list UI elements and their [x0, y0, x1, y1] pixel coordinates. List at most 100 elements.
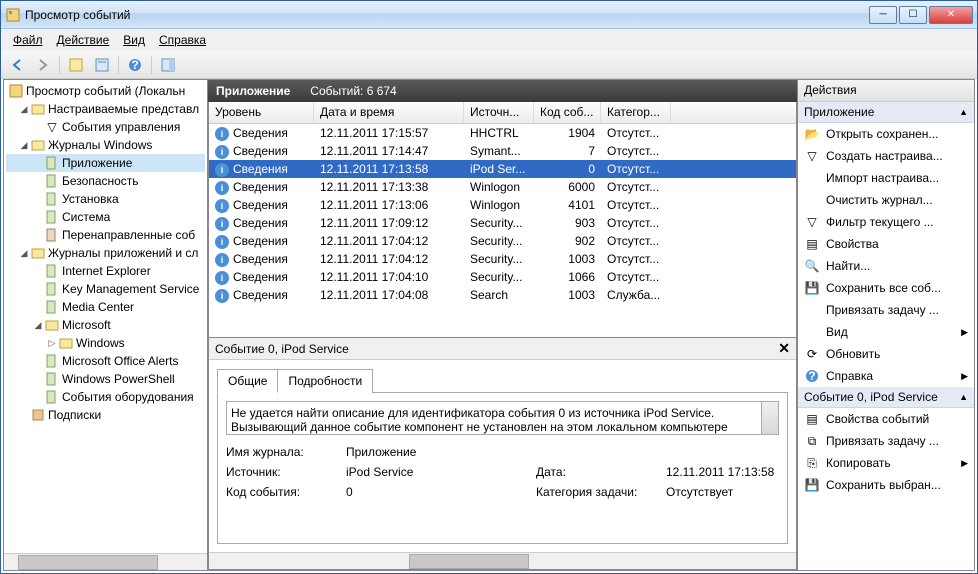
tree-application[interactable]: Приложение — [6, 154, 205, 172]
event-grid[interactable]: Уровень Дата и время Источн... Код соб..… — [208, 102, 797, 338]
detail-close-button[interactable]: ✕ — [778, 340, 790, 357]
tree-label: События управления — [62, 120, 180, 134]
tree-ms[interactable]: ◢ Microsoft — [6, 316, 205, 334]
back-button[interactable] — [5, 54, 29, 76]
tree-forwarded[interactable]: Перенаправленные соб — [6, 226, 205, 244]
tree-mc[interactable]: Media Center — [6, 298, 205, 316]
action-create-custom[interactable]: ▽Создать настраива... — [798, 145, 974, 167]
collapse-icon[interactable]: ◢ — [18, 103, 30, 115]
titlebar[interactable]: Просмотр событий ─ ☐ ✕ — [1, 1, 977, 29]
table-row[interactable]: iСведения12.11.2011 17:14:47Symant...7От… — [209, 142, 796, 160]
table-row[interactable]: iСведения12.11.2011 17:04:12Security...9… — [209, 232, 796, 250]
tree-hw[interactable]: События оборудования — [6, 388, 205, 406]
action-open-saved[interactable]: 📂Открыть сохранен... — [798, 123, 974, 145]
table-row[interactable]: iСведения12.11.2011 17:04:10Security...1… — [209, 268, 796, 286]
tree-subs[interactable]: Подписки — [6, 406, 205, 424]
tree-setup[interactable]: Установка — [6, 190, 205, 208]
detail-hscroll[interactable] — [209, 552, 796, 569]
window-buttons: ─ ☐ ✕ — [869, 6, 973, 24]
tree-root[interactable]: Просмотр событий (Локальн — [6, 82, 205, 100]
minimize-button[interactable]: ─ — [869, 6, 897, 24]
tree-label: События оборудования — [62, 390, 194, 404]
tree-security[interactable]: Безопасность — [6, 172, 205, 190]
task-icon: ⧉ — [804, 433, 820, 449]
refresh-icon: ⟳ — [804, 346, 820, 362]
action-attach-task-event[interactable]: ⧉Привязать задачу ... — [798, 430, 974, 452]
table-row[interactable]: iСведения12.11.2011 17:13:38Winlogon6000… — [209, 178, 796, 196]
action-find[interactable]: 🔍Найти... — [798, 255, 974, 277]
description-box[interactable]: Не удается найти описание для идентифика… — [226, 401, 779, 435]
menu-action[interactable]: Действие — [51, 31, 116, 49]
section-label: Приложение — [804, 105, 874, 119]
menu-file[interactable]: Файл — [7, 31, 49, 49]
properties-button[interactable] — [90, 54, 114, 76]
action-properties[interactable]: ▤Свойства — [798, 233, 974, 255]
tree-app-logs[interactable]: ◢ Журналы приложений и сл — [6, 244, 205, 262]
action-label: Привязать задачу ... — [826, 303, 939, 317]
menu-help[interactable]: Справка — [153, 31, 212, 49]
action-import[interactable]: Импорт настраива... — [798, 167, 974, 189]
forward-button[interactable] — [31, 54, 55, 76]
tree-system[interactable]: Система — [6, 208, 205, 226]
svg-text:?: ? — [808, 369, 815, 383]
tree-hscroll[interactable] — [4, 553, 207, 570]
tree-windows[interactable]: ▷Windows — [6, 334, 205, 352]
menubar: Файл Действие Вид Справка — [1, 29, 977, 51]
tree-pane[interactable]: Просмотр событий (Локальн ◢Настраиваемые… — [3, 79, 208, 571]
table-row[interactable]: iСведения12.11.2011 17:04:12Security...1… — [209, 250, 796, 268]
tree-office[interactable]: Microsoft Office Alerts — [6, 352, 205, 370]
col-level[interactable]: Уровень — [209, 102, 314, 123]
collapse-icon[interactable]: ◢ — [32, 319, 44, 331]
table-row[interactable]: iСведения12.11.2011 17:04:08Search1003Сл… — [209, 286, 796, 304]
help-icon: ? — [804, 368, 820, 384]
tree-custom-views[interactable]: ◢Настраиваемые представл — [6, 100, 205, 118]
tree-label: Журналы приложений и сл — [48, 246, 198, 260]
table-row[interactable]: iСведения12.11.2011 17:13:58iPod Ser...0… — [209, 160, 796, 178]
action-clear[interactable]: Очистить журнал... — [798, 189, 974, 211]
table-row[interactable]: iСведения12.11.2011 17:09:12Security...9… — [209, 214, 796, 232]
show-tree-button[interactable] — [64, 54, 88, 76]
table-row[interactable]: iСведения12.11.2011 17:15:57HHCTRL1904От… — [209, 124, 796, 142]
tree-admin-events[interactable]: ▽События управления — [6, 118, 205, 136]
filter-icon: ▽ — [804, 148, 820, 164]
save-icon: 💾 — [804, 477, 820, 493]
action-attach-task[interactable]: Привязать задачу ... — [798, 299, 974, 321]
action-event-properties[interactable]: ▤Свойства событий — [798, 408, 974, 430]
close-button[interactable]: ✕ — [929, 6, 973, 24]
action-refresh[interactable]: ⟳ Обновить — [798, 343, 974, 365]
action-view[interactable]: Вид▶ — [798, 321, 974, 343]
col-code[interactable]: Код соб... — [534, 102, 601, 123]
expand-icon[interactable]: ▷ — [46, 337, 58, 349]
col-date[interactable]: Дата и время — [314, 102, 464, 123]
action-label: Открыть сохранен... — [826, 127, 938, 141]
col-category[interactable]: Категор... — [601, 102, 671, 123]
action-help[interactable]: ?Справка▶ — [798, 365, 974, 387]
col-source[interactable]: Источн... — [464, 102, 534, 123]
collapse-icon[interactable]: ◢ — [18, 247, 30, 259]
tree-ie[interactable]: Internet Explorer — [6, 262, 205, 280]
actions-section-app[interactable]: Приложение▲ — [798, 102, 974, 123]
center-pane: Приложение Событий: 6 674 Уровень Дата и… — [208, 79, 797, 571]
action-save-selected[interactable]: 💾Сохранить выбран... — [798, 474, 974, 496]
help-button[interactable]: ? — [123, 54, 147, 76]
section-label: Событие 0, iPod Service — [804, 390, 938, 404]
action-label: Обновить — [826, 347, 880, 361]
value-eventid: 0 — [346, 485, 526, 499]
maximize-button[interactable]: ☐ — [899, 6, 927, 24]
action-filter[interactable]: ▽Фильтр текущего ... — [798, 211, 974, 233]
tab-details[interactable]: Подробности — [277, 369, 373, 393]
action-copy[interactable]: ⎘Копировать▶ — [798, 452, 974, 474]
tree-ps[interactable]: Windows PowerShell — [6, 370, 205, 388]
action-label: Копировать — [826, 456, 891, 470]
tab-general[interactable]: Общие — [217, 369, 278, 393]
menu-view[interactable]: Вид — [117, 31, 151, 49]
panel-button[interactable] — [156, 54, 180, 76]
table-row[interactable]: iСведения12.11.2011 17:13:06Winlogon4101… — [209, 196, 796, 214]
tree-label: Microsoft — [62, 318, 111, 332]
tree-kms[interactable]: Key Management Service — [6, 280, 205, 298]
grid-header: Уровень Дата и время Источн... Код соб..… — [209, 102, 796, 124]
actions-section-event[interactable]: Событие 0, iPod Service▲ — [798, 387, 974, 408]
action-save-all[interactable]: 💾Сохранить все соб... — [798, 277, 974, 299]
tree-windows-logs[interactable]: ◢Журналы Windows — [6, 136, 205, 154]
collapse-icon[interactable]: ◢ — [18, 139, 30, 151]
